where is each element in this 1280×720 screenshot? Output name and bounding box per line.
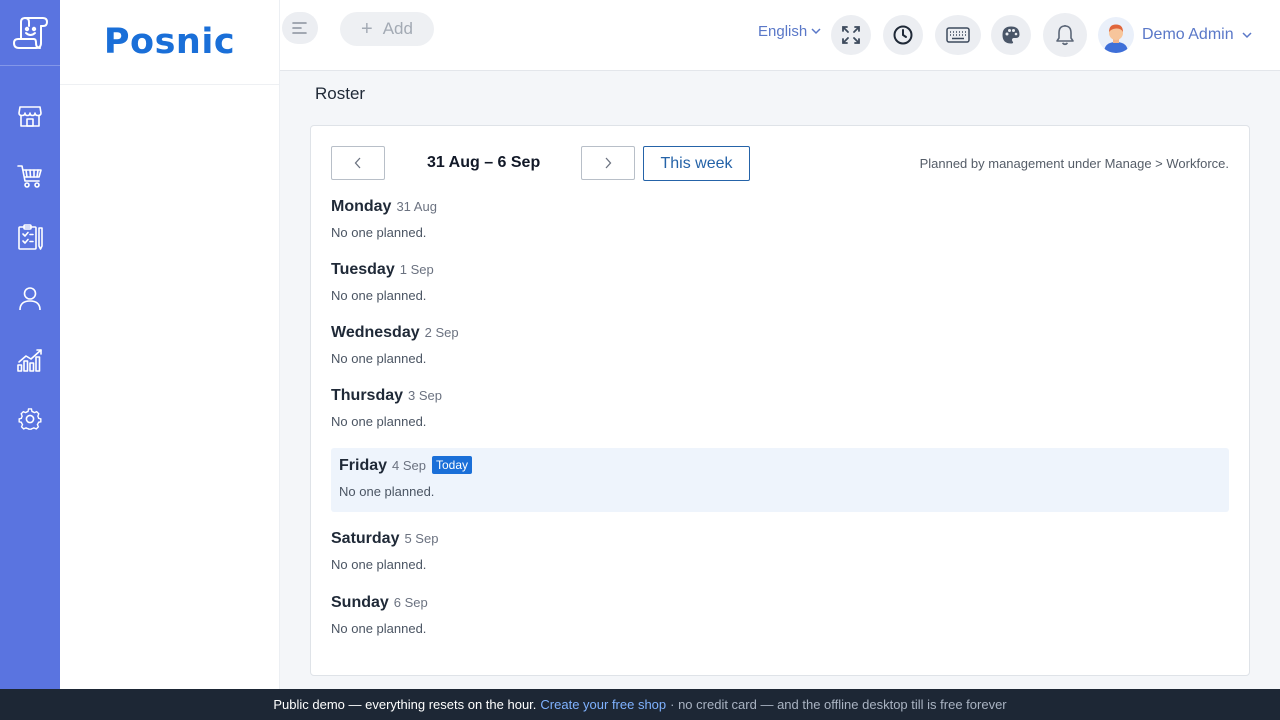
day-sunday: Sunday 6 Sep No one planned. [331,594,1229,636]
user-name: Demo Admin [1142,26,1234,43]
align-left-icon [292,22,307,34]
day-date: 2 Sep [424,325,459,340]
sidebar-item-settings[interactable] [15,404,45,434]
add-button-label: Add [382,19,413,38]
create-shop-link[interactable]: Create your free shop [540,697,666,712]
brand-name[interactable]: Posnic [104,22,235,62]
day-name: Thursday [331,387,404,404]
day-saturday: Saturday 5 Sep No one planned. [331,530,1229,572]
sidebar-item-orders[interactable] [15,222,45,252]
sidebar-item-users[interactable] [15,283,45,313]
user-avatar-icon [1104,24,1128,53]
sidebar-item-reports[interactable] [15,344,45,374]
day-status: No one planned. [331,351,427,366]
day-name: Wednesday [331,324,420,341]
day-status: No one planned. [331,288,427,303]
day-date: 3 Sep [408,388,442,403]
week-range: 31 Aug – 6 Sep [427,154,541,171]
day-tuesday: Tuesday 1 Sep No one planned. [331,261,1229,303]
day-date: 6 Sep [393,595,428,610]
day-name: Monday [331,198,392,215]
demo-banner-suffix: · no credit card — and the offline deskt… [670,697,1007,712]
menu-toggle-button[interactable] [282,12,318,44]
day-friday-today: Friday 4 Sep Today No one planned. [331,448,1229,512]
day-status: No one planned. [331,414,427,429]
chevron-down-icon [1242,31,1252,38]
language-label: English [758,23,808,40]
day-status: No one planned. [339,484,435,499]
gear-icon [18,408,42,430]
planning-hint: Planned by management under Manage > Wor… [919,156,1229,171]
brand-panel: Posnic [60,0,280,689]
next-week-button[interactable] [581,146,635,180]
clock-button[interactable] [883,15,923,55]
chevron-right-icon [605,157,612,169]
demo-banner: Public demo — everything resets on the h… [0,689,1280,720]
fullscreen-button[interactable] [831,15,871,55]
app-logo[interactable] [0,0,60,66]
palette-icon [1002,26,1020,44]
keyboard-icon [946,27,970,43]
sidebar-item-pos[interactable] [15,161,45,191]
user-icon [19,287,41,311]
scroll-logo-icon [13,16,48,49]
plus-icon: + [361,18,373,40]
today-badge: Today [432,456,473,474]
this-week-button[interactable]: This week [643,146,750,181]
chevron-down-icon [811,28,821,35]
clipboard-icon [18,224,43,250]
avatar [1098,17,1134,53]
language-selector[interactable]: English [758,23,821,40]
roster-card: 31 Aug – 6 Sep This week Planned by mana… [310,125,1250,676]
user-menu[interactable]: Demo Admin [1098,17,1252,53]
day-date: 1 Sep [399,262,434,277]
notifications-button[interactable] [1043,13,1087,57]
day-name: Tuesday [331,261,395,278]
day-wednesday: Wednesday 2 Sep No one planned. [331,324,1229,366]
keyboard-shortcuts-button[interactable] [935,15,981,55]
add-button[interactable]: + Add [340,12,434,46]
theme-button[interactable] [991,15,1031,55]
sidebar-item-store[interactable] [15,101,45,131]
day-name: Sunday [331,594,389,611]
cart-icon [17,165,42,188]
day-date: 4 Sep [392,458,426,473]
day-monday: Monday 31 Aug No one planned. [331,198,1229,240]
icon-rail [0,0,60,689]
brand-header: Posnic [60,0,279,85]
day-date: 5 Sep [404,531,439,546]
day-status: No one planned. [331,557,427,572]
top-bar: + Add English Demo Admin [280,0,1280,71]
day-date: 31 Aug [396,199,437,214]
clock-icon [893,25,913,45]
page-title: Roster [315,84,366,103]
day-status: No one planned. [331,621,427,636]
day-status: No one planned. [331,225,427,240]
day-thursday: Thursday 3 Sep No one planned. [331,387,1229,429]
bell-icon [1056,25,1074,46]
fullscreen-icon [842,26,860,44]
demo-banner-text: Public demo — everything resets on the h… [273,697,537,712]
previous-week-button[interactable] [331,146,385,180]
day-name: Saturday [331,530,400,547]
day-name: Friday [339,457,388,474]
chevron-left-icon [354,157,361,169]
chart-icon [17,349,42,372]
store-icon [18,106,42,127]
